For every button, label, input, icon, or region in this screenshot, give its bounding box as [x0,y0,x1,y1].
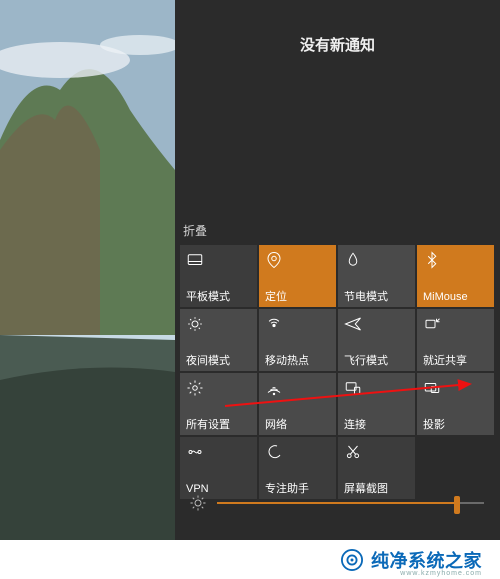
project-icon [423,379,441,397]
watermark-sub: www.kzmyhome.com [0,570,500,577]
tile-label: 平板模式 [186,292,251,303]
tile-label: 夜间模式 [186,356,251,367]
tile-night-light[interactable]: 夜间模式 [180,309,257,371]
watermark-text: 纯净系统之家 [371,547,482,573]
tile-label: 投影 [423,420,488,431]
watermark-bar: 纯净系统之家 www.kzmyhome.com [0,540,500,579]
tile-tablet-mode[interactable]: 平板模式 [180,245,257,307]
snip-icon [344,443,362,461]
brightness-icon [189,494,207,512]
tile-project[interactable]: 投影 [417,373,494,435]
brightness-slider-row [175,488,500,518]
settings-icon [186,379,204,397]
nearby-share-icon [423,315,441,333]
tablet-mode-icon [186,251,204,269]
tile-bluetooth[interactable]: MiMouse [417,245,494,307]
tile-label: 定位 [265,292,330,303]
no-notifications-title: 没有新通知 [175,34,500,55]
vpn-icon [186,443,204,461]
tile-network[interactable]: 网络 [259,373,336,435]
connect-icon [344,379,362,397]
tile-connect[interactable]: 连接 [338,373,415,435]
tile-nearby-sharing[interactable]: 就近共享 [417,309,494,371]
tile-label: 飞行模式 [344,356,409,367]
brightness-fill [217,502,457,504]
tile-airplane-mode[interactable]: 飞行模式 [338,309,415,371]
battery-saver-icon [344,251,362,269]
hotspot-icon [265,315,283,333]
tile-label: 就近共享 [423,356,488,367]
collapse-link[interactable]: 折叠 [183,222,207,239]
tile-label: 所有设置 [186,420,251,431]
network-icon [265,379,283,397]
tile-mobile-hotspot[interactable]: 移动热点 [259,309,336,371]
quick-action-tiles: 平板模式 定位 节电模式 MiMouse 夜间模式 [179,244,496,500]
tile-all-settings[interactable]: 所有设置 [180,373,257,435]
tile-location[interactable]: 定位 [259,245,336,307]
night-light-icon [186,315,204,333]
screenshot-root: 没有新通知 折叠 平板模式 定位 节电模式 MiMouse [0,0,500,579]
tile-label: 节电模式 [344,292,409,303]
brightness-slider[interactable] [217,502,484,504]
bluetooth-icon [423,251,441,269]
brightness-thumb[interactable] [454,496,460,514]
tile-label: 网络 [265,420,330,431]
desktop-wallpaper [0,0,175,540]
focus-assist-icon [265,443,283,461]
location-icon [265,251,283,269]
tile-label: 连接 [344,420,409,431]
tile-battery-saver[interactable]: 节电模式 [338,245,415,307]
watermark-logo-icon [341,549,363,571]
tile-label: 移动热点 [265,356,330,367]
action-center-panel: 没有新通知 折叠 平板模式 定位 节电模式 MiMouse [175,0,500,540]
tile-label: MiMouse [423,292,488,303]
airplane-icon [344,315,362,333]
